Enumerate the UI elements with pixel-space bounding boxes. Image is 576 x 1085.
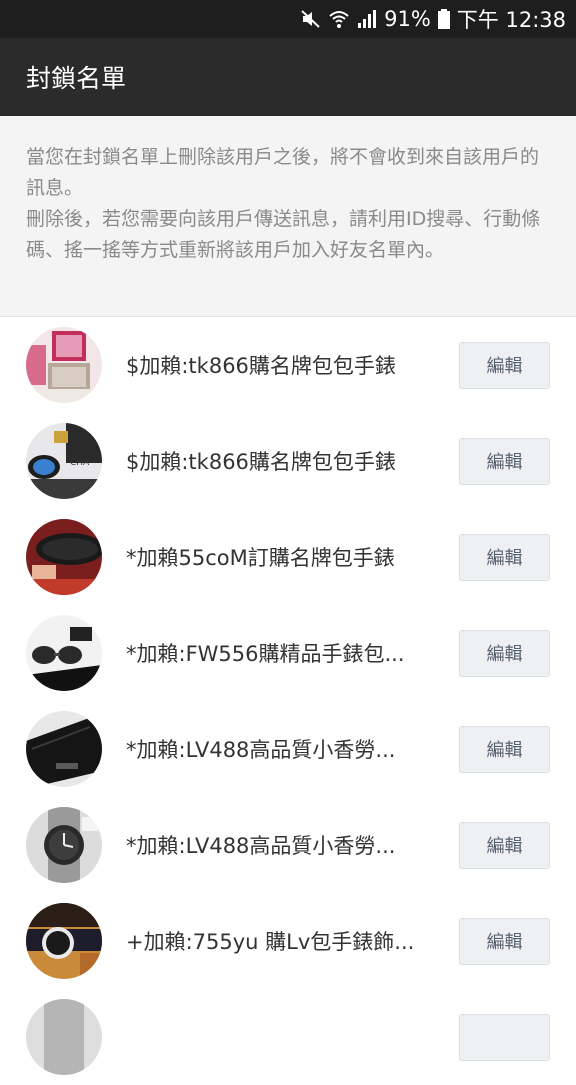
edit-button[interactable]: 編輯 bbox=[459, 341, 550, 389]
app-bar: 封鎖名單 bbox=[0, 38, 576, 116]
contact-name: *加賴:FW556購精品手錶包... bbox=[126, 642, 405, 666]
avatar[interactable] bbox=[26, 999, 102, 1075]
list-item: *加賴:LV488高品質小香勞... 編輯 bbox=[0, 701, 576, 797]
wifi-icon bbox=[328, 8, 350, 30]
edit-button[interactable]: 編輯 bbox=[459, 917, 550, 965]
avatar[interactable] bbox=[26, 327, 102, 403]
list-item: *加賴:FW556購精品手錶包... 編輯 bbox=[0, 605, 576, 701]
list-item: *加賴:LV488高品質小香勞... 編輯 bbox=[0, 797, 576, 893]
avatar[interactable]: CHA bbox=[26, 423, 102, 499]
contact-name: +加賴:755yu 購Lv包手錶飾... bbox=[126, 930, 415, 954]
signal-icon bbox=[356, 8, 378, 30]
edit-button[interactable]: 編輯 bbox=[459, 437, 550, 485]
edit-button[interactable]: 編輯 bbox=[459, 821, 550, 869]
battery-icon bbox=[437, 8, 451, 30]
list-item: $加賴:tk866購名牌包包手錶 編輯 bbox=[0, 317, 576, 413]
contact-name: $加賴:tk866購名牌包包手錶 bbox=[126, 450, 396, 474]
notice-line-1: 當您在封鎖名單上刪除該用戶之後，將不會收到來自該用戶的訊息。 bbox=[26, 146, 540, 199]
clock: 下午 12:38 bbox=[456, 8, 566, 32]
svg-text:CHA: CHA bbox=[70, 458, 90, 468]
avatar[interactable] bbox=[26, 519, 102, 595]
page-title: 封鎖名單 bbox=[26, 64, 127, 93]
avatar[interactable] bbox=[26, 711, 102, 787]
mute-icon bbox=[300, 8, 322, 30]
list-item: CHA $加賴:tk866購名牌包包手錶 編輯 bbox=[0, 413, 576, 509]
blocked-list: $加賴:tk866購名牌包包手錶 編輯 CHA $加賴:tk866購名牌包包手錶… bbox=[0, 317, 576, 1085]
edit-button[interactable] bbox=[459, 1013, 550, 1061]
notice-line-2: 刪除後，若您需要向該用戶傳送訊息，請利用ID搜尋、行動條碼、搖一搖等方式重新將該… bbox=[26, 208, 541, 261]
notice-panel: 當您在封鎖名單上刪除該用戶之後，將不會收到來自該用戶的訊息。 刪除後，若您需要向… bbox=[0, 116, 576, 317]
list-item: *加賴55coM訂購名牌包手錶 編輯 bbox=[0, 509, 576, 605]
contact-name: *加賴:LV488高品質小香勞... bbox=[126, 834, 396, 858]
edit-button[interactable]: 編輯 bbox=[459, 533, 550, 581]
edit-button[interactable]: 編輯 bbox=[459, 725, 550, 773]
contact-name: *加賴55coM訂購名牌包手錶 bbox=[126, 546, 395, 570]
status-bar: 91% 下午 12:38 bbox=[0, 0, 576, 38]
avatar[interactable] bbox=[26, 903, 102, 979]
contact-name: $加賴:tk866購名牌包包手錶 bbox=[126, 354, 396, 378]
battery-percent: 91% bbox=[384, 7, 431, 31]
edit-button[interactable]: 編輯 bbox=[459, 629, 550, 677]
contact-name: *加賴:LV488高品質小香勞... bbox=[126, 738, 396, 762]
list-item: +加賴:755yu 購Lv包手錶飾... 編輯 bbox=[0, 893, 576, 989]
avatar[interactable] bbox=[26, 807, 102, 883]
avatar[interactable] bbox=[26, 615, 102, 691]
list-item-partial bbox=[0, 989, 576, 1085]
